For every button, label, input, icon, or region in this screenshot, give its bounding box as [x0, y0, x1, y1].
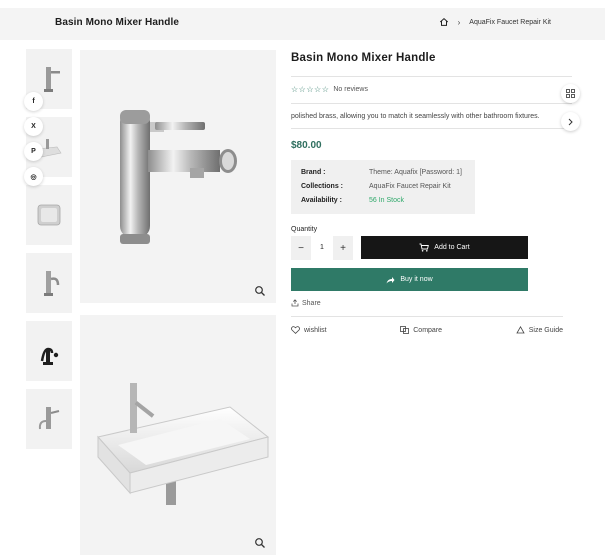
add-to-cart-button[interactable]: Add to Cart [361, 236, 528, 259]
meta-value-brand[interactable]: Theme: Aquafix [Password: 1] [369, 166, 462, 180]
heart-icon [291, 326, 300, 334]
quantity-input[interactable]: 1 [311, 236, 333, 260]
product-description: polished brass, allowing you to match it… [291, 113, 540, 120]
cart-icon [419, 243, 430, 252]
product-info: Basin Mono Mixer Handle ☆☆☆☆☆ No reviews… [291, 50, 572, 334]
size-guide-link[interactable]: Size Guide [516, 326, 563, 334]
thumbnail-5[interactable] [26, 321, 72, 381]
chevron-right-icon [568, 118, 573, 125]
quantity-label: Quantity [291, 226, 318, 233]
pinterest-icon[interactable]: P [24, 142, 43, 161]
wishlist-label: wishlist [304, 326, 327, 334]
facebook-icon[interactable]: f [24, 92, 43, 111]
zoom-icon[interactable] [254, 285, 266, 297]
compare-icon [400, 326, 410, 334]
product-meta: Brand : Theme: Aquafix [Password: 1] Col… [291, 160, 475, 214]
divider [291, 316, 563, 317]
thumbnail-6[interactable] [26, 389, 72, 449]
divider [291, 103, 572, 104]
meta-row-brand: Brand : Theme: Aquafix [Password: 1] [301, 166, 465, 180]
buy-now-label: Buy it now [400, 276, 433, 283]
star-rating[interactable]: ☆☆☆☆☆ [291, 85, 329, 94]
review-count: No reviews [333, 86, 368, 93]
thumbnail-3[interactable] [26, 185, 72, 245]
grid-icon [566, 89, 575, 98]
stock-status: 56 In Stock [369, 197, 405, 204]
share-icon [291, 299, 299, 307]
instagram-icon[interactable]: ◎ [24, 167, 43, 186]
share-label: Share [302, 299, 321, 307]
next-product-button[interactable] [561, 112, 580, 131]
main-product-image[interactable] [80, 50, 276, 303]
ruler-icon [516, 326, 525, 334]
divider [291, 76, 572, 77]
rating-row: ☆☆☆☆☆ No reviews [291, 85, 572, 94]
product-title: Basin Mono Mixer Handle [291, 52, 436, 64]
secondary-product-image[interactable] [80, 315, 276, 555]
decrease-quantity-button[interactable]: − [291, 243, 311, 254]
wishlist-link[interactable]: wishlist [291, 326, 327, 334]
meta-row-collections: Collections : AquaFix Faucet Repair Kit [301, 180, 465, 194]
home-icon[interactable] [439, 17, 449, 27]
breadcrumb: › AquaFix Faucet Repair Kit [439, 17, 551, 27]
product-actions: wishlist Compare Size Guide [291, 326, 563, 334]
purchase-row: − 1 + Add to Cart [291, 236, 572, 260]
zoom-icon[interactable] [254, 537, 266, 549]
grid-view-button[interactable] [561, 84, 580, 103]
share-arrow-icon [386, 276, 395, 283]
share-link[interactable]: Share [291, 299, 572, 307]
page-header: Basin Mono Mixer Handle › AquaFix Faucet… [0, 8, 605, 40]
divider [291, 128, 572, 129]
increase-quantity-button[interactable]: + [333, 243, 353, 254]
meta-label: Collections : [301, 183, 344, 190]
size-guide-label: Size Guide [528, 326, 563, 334]
meta-label: Availability : [301, 197, 342, 204]
thumbnail-4[interactable] [26, 253, 72, 313]
x-twitter-icon[interactable]: X [24, 117, 43, 136]
compare-label: Compare [413, 326, 443, 334]
buy-now-button[interactable]: Buy it now [291, 268, 528, 291]
faucet-image [120, 110, 237, 244]
basin-image [97, 383, 270, 505]
breadcrumb-current[interactable]: AquaFix Faucet Repair Kit [469, 19, 551, 26]
meta-label: Brand : [301, 169, 326, 176]
quantity-stepper: − 1 + [291, 236, 353, 260]
breadcrumb-separator: › [457, 17, 461, 27]
compare-link[interactable]: Compare [400, 326, 442, 334]
page-title: Basin Mono Mixer Handle [55, 17, 179, 28]
product-price: $80.00 [291, 140, 322, 151]
meta-value-collections[interactable]: AquaFix Faucet Repair Kit [369, 180, 451, 194]
add-to-cart-label: Add to Cart [434, 244, 470, 251]
meta-row-availability: Availability : 56 In Stock [301, 194, 465, 208]
social-share-bar: f X P ◎ [24, 92, 44, 192]
